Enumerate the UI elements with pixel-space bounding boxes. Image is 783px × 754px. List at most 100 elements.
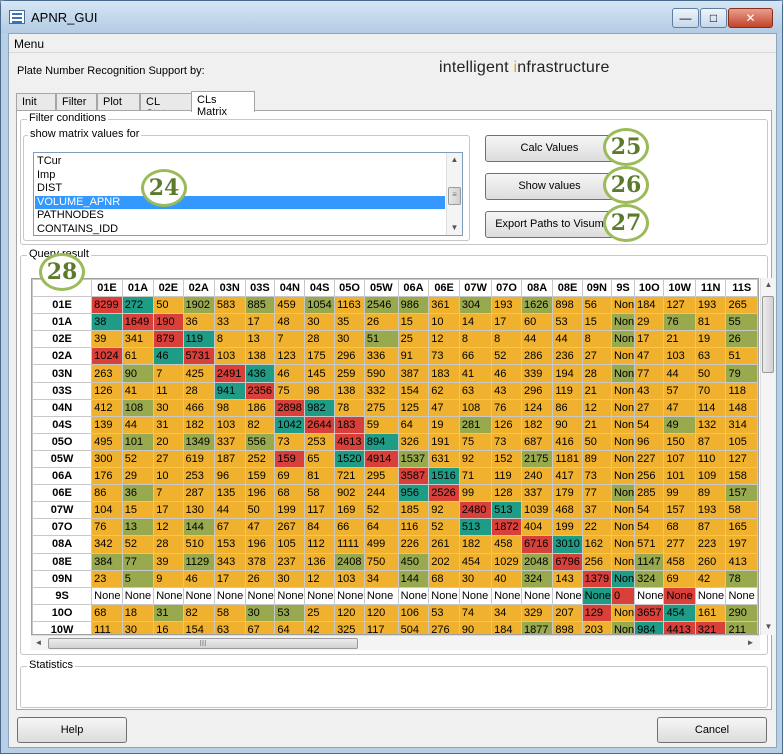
matrix-cell[interactable]: 46 bbox=[182, 569, 215, 588]
matrix-cell[interactable]: 387 bbox=[397, 364, 430, 383]
matrix-cell[interactable]: 321 bbox=[694, 620, 727, 634]
matrix-cell[interactable]: 256 bbox=[581, 552, 612, 571]
matrix-cell[interactable]: 77 bbox=[121, 552, 155, 571]
matrix-column-header[interactable]: 01A bbox=[121, 279, 155, 298]
matrix-cell[interactable]: 44 bbox=[121, 415, 155, 434]
matrix-cell[interactable]: 101 bbox=[663, 467, 696, 486]
matrix-cell[interactable]: 1877 bbox=[520, 620, 554, 634]
matrix-cell[interactable]: Non bbox=[610, 347, 636, 366]
matrix-row-header[interactable]: 06E bbox=[32, 484, 93, 503]
matrix-cell[interactable]: 7 bbox=[274, 330, 306, 349]
matrix-cell[interactable]: Non bbox=[610, 501, 636, 520]
matrix-cell[interactable]: 256 bbox=[634, 467, 665, 486]
matrix-cell[interactable]: Non bbox=[610, 535, 636, 554]
matrix-cell[interactable]: 58 bbox=[725, 501, 758, 520]
matrix-cell[interactable]: 6796 bbox=[552, 552, 583, 571]
matrix-cell[interactable]: 81 bbox=[694, 313, 727, 332]
matrix-cell[interactable]: 2356 bbox=[244, 381, 276, 400]
matrix-cell[interactable]: 36 bbox=[182, 313, 215, 332]
matrix-cell[interactable]: 59 bbox=[363, 415, 399, 434]
matrix-cell[interactable]: 73 bbox=[428, 347, 460, 366]
matrix-cell[interactable]: 110 bbox=[694, 449, 727, 469]
matrix-cell[interactable]: 211 bbox=[725, 620, 758, 634]
matrix-cell[interactable]: 324 bbox=[520, 569, 554, 588]
matrix-cell[interactable]: 263 bbox=[91, 364, 123, 383]
matrix-cell[interactable]: 77 bbox=[634, 364, 665, 383]
matrix-cell[interactable]: 4413 bbox=[663, 620, 696, 634]
matrix-cell[interactable]: 631 bbox=[428, 449, 460, 469]
matrix-cell[interactable]: 43 bbox=[491, 381, 522, 400]
matrix-cell[interactable]: 5731 bbox=[182, 347, 215, 366]
matrix-cell[interactable]: 31 bbox=[153, 415, 184, 434]
matrix-cell[interactable]: 48 bbox=[274, 313, 306, 332]
matrix-cell[interactable]: 1029 bbox=[491, 552, 522, 571]
list-item-contains-idd[interactable]: CONTAINS_IDD bbox=[35, 223, 445, 236]
matrix-cell[interactable]: Non bbox=[610, 381, 636, 400]
matrix-cell[interactable]: 129 bbox=[581, 603, 612, 622]
matrix-cell[interactable]: 87 bbox=[694, 518, 727, 537]
matrix-cell[interactable]: 57 bbox=[663, 381, 696, 400]
matrix-cell[interactable]: 64 bbox=[397, 415, 430, 434]
matrix-cell[interactable]: 103 bbox=[334, 569, 365, 588]
matrix-cell[interactable]: Non bbox=[610, 313, 636, 332]
matrix-column-header[interactable]: 05O bbox=[334, 279, 365, 298]
matrix-cell[interactable]: 454 bbox=[458, 552, 493, 571]
matrix-cell[interactable]: 39 bbox=[91, 330, 123, 349]
matrix-cell[interactable]: 86 bbox=[91, 484, 123, 503]
matrix-cell[interactable]: 30 bbox=[458, 569, 493, 588]
matrix-cell[interactable]: 9 bbox=[153, 569, 184, 588]
matrix-cell[interactable]: 96 bbox=[213, 467, 246, 486]
matrix-cell[interactable]: 404 bbox=[520, 518, 554, 537]
matrix-cell[interactable]: 2526 bbox=[428, 484, 460, 503]
matrix-cell[interactable]: 52 bbox=[121, 535, 155, 554]
matrix-cell[interactable]: 3587 bbox=[397, 467, 430, 486]
matrix-cell[interactable]: 182 bbox=[182, 415, 215, 434]
matrix-vscroll-thumb[interactable] bbox=[762, 296, 774, 373]
matrix-cell[interactable]: 135 bbox=[213, 484, 246, 503]
matrix-cell[interactable]: 193 bbox=[694, 296, 727, 315]
listbox-scroll-thumb[interactable]: ≡ bbox=[448, 187, 461, 205]
help-button[interactable]: Help bbox=[17, 717, 127, 743]
matrix-cell[interactable]: 1129 bbox=[182, 552, 215, 571]
matrix-cell[interactable]: 106 bbox=[397, 603, 430, 622]
matrix-cell[interactable]: 30 bbox=[304, 313, 336, 332]
matrix-cell[interactable]: 454 bbox=[663, 603, 696, 622]
matrix-cell[interactable]: Non bbox=[610, 484, 636, 503]
matrix-column-header[interactable]: 07O bbox=[491, 279, 522, 298]
matrix-cell[interactable]: 58 bbox=[304, 484, 336, 503]
matrix-cell[interactable]: 175 bbox=[304, 347, 336, 366]
matrix-cell[interactable]: 894 bbox=[363, 432, 399, 451]
matrix-cell[interactable]: 295 bbox=[363, 467, 399, 486]
matrix-cell[interactable]: 43 bbox=[634, 381, 665, 400]
matrix-cell[interactable]: 154 bbox=[182, 620, 215, 634]
matrix-cell[interactable]: None bbox=[397, 586, 430, 605]
matrix-cell[interactable]: 499 bbox=[363, 535, 399, 554]
matrix-cell[interactable]: 361 bbox=[428, 296, 460, 315]
matrix-cell[interactable]: 325 bbox=[334, 620, 365, 634]
matrix-cell[interactable]: 30 bbox=[244, 603, 276, 622]
matrix-row-header[interactable]: 05O bbox=[32, 432, 93, 451]
scroll-up-arrow-icon[interactable]: ▲ bbox=[447, 153, 462, 167]
matrix-cell[interactable]: 337 bbox=[213, 432, 246, 451]
matrix-cell[interactable]: 139 bbox=[91, 415, 123, 434]
matrix-cell[interactable]: 495 bbox=[91, 432, 123, 451]
matrix-cell[interactable]: 62 bbox=[428, 381, 460, 400]
matrix-scroll-up-icon[interactable]: ▲ bbox=[761, 278, 776, 292]
matrix-cell[interactable]: 196 bbox=[244, 535, 276, 554]
matrix-cell[interactable]: 157 bbox=[663, 501, 696, 520]
matrix-cell[interactable]: Non bbox=[610, 603, 636, 622]
matrix-cell[interactable]: 78 bbox=[725, 569, 758, 588]
matrix-cell[interactable]: 136 bbox=[304, 552, 336, 571]
matrix-cell[interactable]: 54 bbox=[634, 501, 665, 520]
matrix-cell[interactable]: Non bbox=[610, 467, 636, 486]
list-item-tcur[interactable]: TCur bbox=[35, 155, 445, 169]
matrix-cell[interactable]: Non bbox=[610, 432, 636, 451]
matrix-cell[interactable]: Non bbox=[610, 398, 636, 417]
matrix-cell[interactable]: 226 bbox=[397, 535, 430, 554]
matrix-cell[interactable]: 69 bbox=[274, 467, 306, 486]
matrix-cell[interactable]: 78 bbox=[334, 398, 365, 417]
matrix-cell[interactable]: 194 bbox=[552, 364, 583, 383]
matrix-cell[interactable]: 28 bbox=[182, 381, 215, 400]
matrix-cell[interactable]: 38 bbox=[91, 313, 123, 332]
matrix-cell[interactable]: 30 bbox=[121, 620, 155, 634]
